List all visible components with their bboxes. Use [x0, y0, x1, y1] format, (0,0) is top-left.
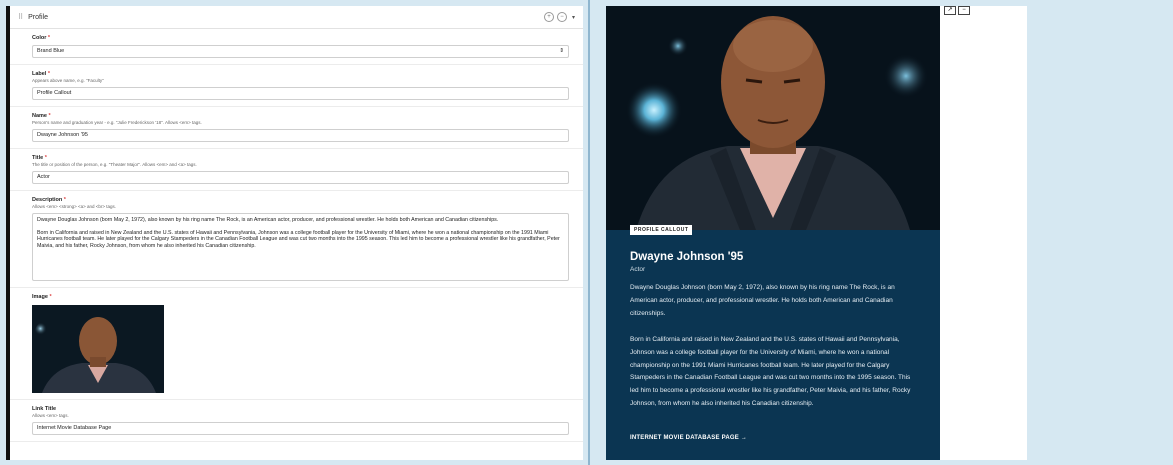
link-title-label: Link Title: [32, 406, 57, 412]
remove-item-icon[interactable]: −: [556, 12, 567, 22]
callout-paragraph-1: Dwayne Douglas Johnson (born May 2, 1972…: [630, 284, 895, 317]
color-label: Color: [32, 35, 47, 41]
color-select-value: Brand Blue: [37, 48, 65, 54]
select-arrows-icon: ⇕: [559, 48, 564, 54]
name-input[interactable]: Dwayne Johnson '95: [32, 129, 569, 142]
color-select[interactable]: Brand Blue ⇕: [32, 45, 569, 58]
arrow-right-icon: →: [740, 435, 748, 441]
title-help: The title or position of the person, e.g…: [32, 162, 197, 167]
add-item-icon[interactable]: +: [543, 12, 554, 22]
label-label: Label: [32, 71, 47, 77]
callout-badge: PROFILE CALLOUT: [630, 225, 693, 235]
description-help: Allows <em> <strong> <a> and <br> tags.: [32, 204, 117, 209]
minimize-icon[interactable]: −: [958, 6, 970, 15]
collapse-caret-icon[interactable]: ▾: [572, 14, 575, 21]
callout-description: Dwayne Douglas Johnson (born May 2, 1972…: [630, 282, 916, 424]
title-field: Title * The title or position of the per…: [10, 149, 583, 191]
expand-icon[interactable]: ↗: [944, 6, 956, 15]
pane-divider[interactable]: [588, 0, 590, 465]
title-input[interactable]: Actor: [32, 171, 569, 184]
hero-image: [606, 6, 940, 230]
description-textarea[interactable]: Dwayne Douglas Johnson (born May 2, 1972…: [32, 213, 569, 281]
profile-callout: PROFILE CALLOUT Dwayne Johnson '95 Actor…: [606, 225, 940, 460]
hero-portrait: [606, 6, 940, 230]
description-paragraph-2: Born in California and raised in New Zea…: [37, 229, 560, 250]
callout-link-text: INTERNET MOVIE DATABASE PAGE: [630, 435, 739, 441]
name-field: Name * Person's name and graduation year…: [10, 107, 583, 149]
label-field: Label * Appears above name, e.g. "Facult…: [10, 65, 583, 107]
section-header: ⠿ Profile + − ▾: [10, 6, 583, 29]
section-title: Profile: [28, 13, 48, 21]
callout-name: Dwayne Johnson '95: [630, 251, 744, 263]
portrait-image: [32, 305, 164, 393]
preview-controls: ↗ −: [944, 6, 972, 15]
callout-paragraph-2: Born in California and raised in New Zea…: [630, 335, 911, 408]
description-field: Description * Allows <em> <strong> <a> a…: [10, 191, 583, 288]
name-help: Person's name and graduation year - e.g.…: [32, 120, 202, 125]
image-thumbnail[interactable]: [32, 305, 164, 393]
description-paragraph-1: Dwayne Douglas Johnson (born May 2, 1972…: [37, 217, 499, 223]
drag-handle-icon[interactable]: ⠿: [18, 13, 23, 21]
callout-link[interactable]: INTERNET MOVIE DATABASE PAGE →: [630, 435, 747, 441]
image-field: Image *: [10, 288, 583, 400]
preview-panel: ↗ − PROFILE CALLOUT Dwayne Johnson '95 A…: [606, 6, 1027, 460]
color-field: Color * Brand Blue ⇕: [10, 29, 583, 65]
link-title-input[interactable]: Internet Movie Database Page: [32, 422, 569, 435]
label-help: Appears above name, e.g. "Faculty": [32, 78, 104, 83]
title-label: Title: [32, 155, 44, 161]
description-label: Description: [32, 197, 63, 203]
callout-title: Actor: [630, 266, 646, 273]
link-title-help: Allows <em> tags.: [32, 413, 69, 418]
profile-edit-form: ⠿ Profile + − ▾ Color * Brand Blue ⇕ Lab…: [6, 6, 583, 460]
label-input[interactable]: Profile Callout: [32, 87, 569, 100]
name-label: Name: [32, 113, 47, 119]
link-title-field: Link Title Allows <em> tags. Internet Mo…: [10, 400, 583, 442]
image-label: Image: [32, 294, 48, 300]
